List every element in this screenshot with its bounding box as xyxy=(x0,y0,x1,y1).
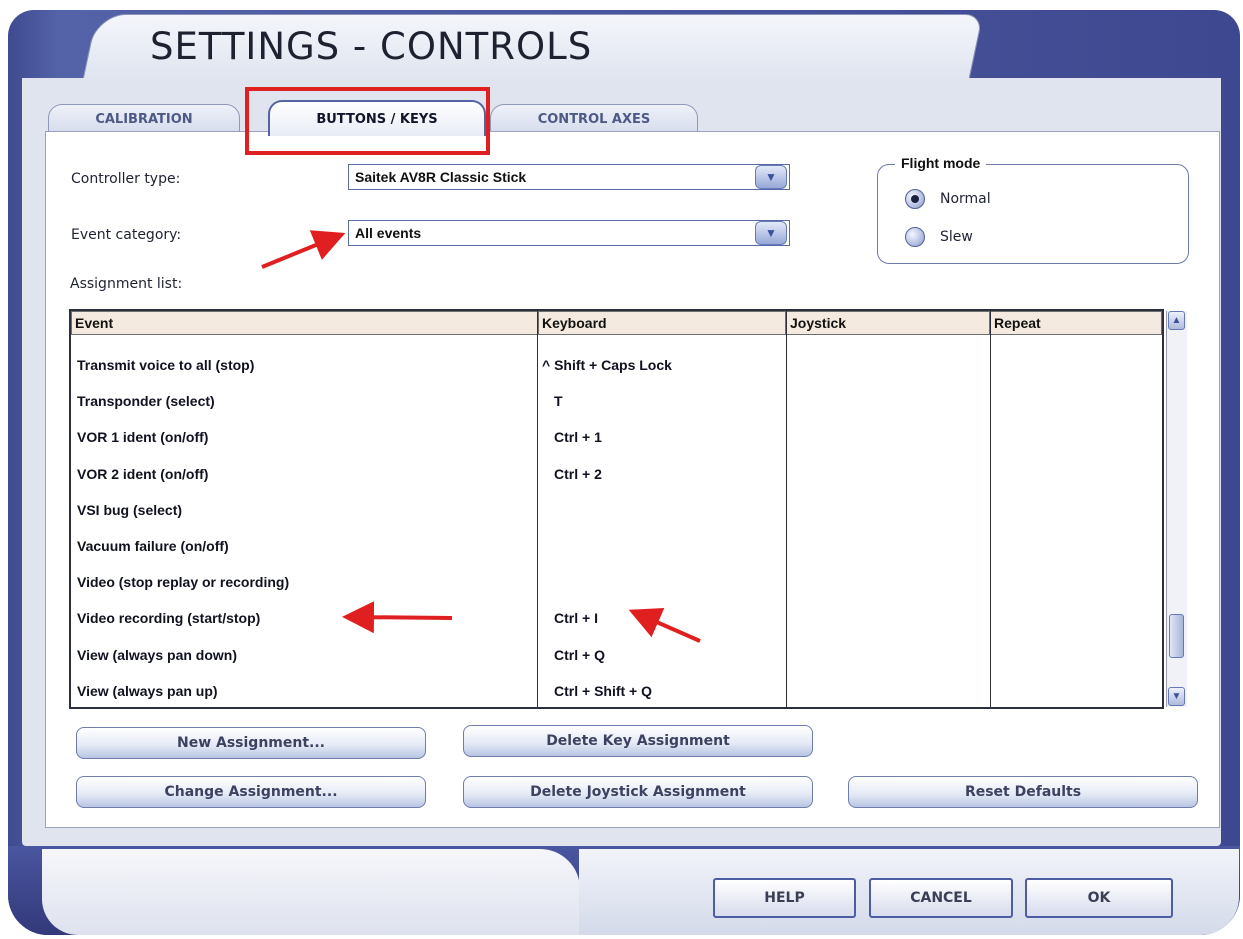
table-row[interactable]: Transponder (select) T xyxy=(71,383,1164,419)
cell-event: View (always pan up) xyxy=(77,682,218,699)
column-header-keyboard[interactable]: Keyboard xyxy=(538,311,786,335)
assignment-table: Event Keyboard Joystick Repeat Transmit … xyxy=(69,309,1164,709)
column-header-event[interactable]: Event xyxy=(71,311,538,335)
scroll-up-icon[interactable]: ▲ xyxy=(1168,311,1185,330)
cell-keyboard: Ctrl + Q xyxy=(554,646,605,663)
ok-button[interactable]: OK xyxy=(1025,878,1173,918)
cell-keyboard: Ctrl + Shift + Q xyxy=(554,682,653,699)
table-row[interactable]: Vacuum failure (on/off) xyxy=(71,528,1164,564)
cell-event: VOR 2 ident (on/off) xyxy=(77,465,209,482)
tab-control-axes[interactable]: CONTROL AXES xyxy=(490,104,698,133)
cell-event: VSI bug (select) xyxy=(77,501,183,518)
cell-event: Transmit voice to all (stop) xyxy=(77,357,255,373)
delete-joystick-assignment-button[interactable]: Delete Joystick Assignment xyxy=(463,776,813,808)
cell-event: VOR 1 ident (on/off) xyxy=(77,429,209,446)
table-row[interactable]: View (always pan up) Ctrl + Shift + Q xyxy=(71,673,1164,709)
flight-mode-legend: Flight mode xyxy=(895,155,987,171)
radio-slew-label[interactable]: Slew xyxy=(940,229,973,245)
cancel-button[interactable]: CANCEL xyxy=(869,878,1013,918)
controller-type-value: Saitek AV8R Classic Stick xyxy=(355,169,527,185)
table-row[interactable]: Video recording (start/stop) Ctrl + I xyxy=(71,600,1164,636)
event-category-value: All events xyxy=(355,225,422,241)
column-header-joystick[interactable]: Joystick xyxy=(786,311,990,335)
event-category-dropdown[interactable]: All events ▼ xyxy=(348,220,790,246)
assignment-list-label: Assignment list: xyxy=(70,276,183,292)
help-button[interactable]: HELP xyxy=(713,878,856,918)
new-assignment-button[interactable]: New Assignment... xyxy=(76,727,426,759)
table-row[interactable]: VOR 1 ident (on/off) Ctrl + 1 xyxy=(71,419,1164,455)
table-row[interactable]: VOR 2 ident (on/off) Ctrl + 2 xyxy=(71,456,1164,492)
table-row[interactable]: Video (stop replay or recording) xyxy=(71,564,1164,600)
cell-keyboard: Ctrl + I xyxy=(554,610,598,627)
table-header: Event Keyboard Joystick Repeat xyxy=(71,311,1164,337)
table-row[interactable]: Transmit voice to all (stop) ^ Shift + Ca… xyxy=(71,347,1164,383)
cell-keyboard: ^ Shift + Caps Lock xyxy=(542,357,672,373)
controller-type-label: Controller type: xyxy=(71,171,181,187)
cell-keyboard: Ctrl + 1 xyxy=(554,429,602,446)
annotation-highlight-box xyxy=(245,87,490,155)
delete-key-assignment-button[interactable]: Delete Key Assignment xyxy=(463,725,813,757)
cell-event: Video (stop replay or recording) xyxy=(77,574,290,591)
scrollbar-thumb[interactable] xyxy=(1169,614,1184,658)
change-assignment-button[interactable]: Change Assignment... xyxy=(76,776,426,808)
table-row[interactable]: View (always pan down) Ctrl + Q xyxy=(71,637,1164,673)
radio-normal[interactable] xyxy=(905,189,925,209)
bottom-left-panel xyxy=(42,849,580,935)
radio-selected-dot xyxy=(911,195,919,203)
cell-event: Transponder (select) xyxy=(77,393,215,410)
cell-event: View (always pan down) xyxy=(77,646,238,663)
controller-type-dropdown[interactable]: Saitek AV8R Classic Stick ▼ xyxy=(348,164,790,190)
window-title: SETTINGS - CONTROLS xyxy=(150,25,593,68)
cell-event: Video recording (start/stop) xyxy=(77,610,261,627)
event-category-label: Event category: xyxy=(71,227,182,243)
table-scrollbar[interactable]: ▲ ▼ xyxy=(1166,311,1187,707)
dropdown-arrow-icon[interactable]: ▼ xyxy=(755,165,787,189)
cell-keyboard: Ctrl + 2 xyxy=(554,465,602,482)
table-row[interactable]: VSI bug (select) xyxy=(71,492,1164,528)
radio-slew[interactable] xyxy=(905,227,925,247)
cell-event: Vacuum failure (on/off) xyxy=(77,538,229,554)
cell-keyboard: T xyxy=(554,393,563,410)
flight-mode-group xyxy=(877,164,1189,264)
tab-calibration[interactable]: CALIBRATION xyxy=(48,104,240,133)
dropdown-arrow-icon[interactable]: ▼ xyxy=(755,221,787,245)
reset-defaults-button[interactable]: Reset Defaults xyxy=(848,776,1198,808)
scroll-down-icon[interactable]: ▼ xyxy=(1168,687,1185,706)
column-header-repeat[interactable]: Repeat xyxy=(990,311,1162,335)
radio-normal-label[interactable]: Normal xyxy=(940,191,991,207)
